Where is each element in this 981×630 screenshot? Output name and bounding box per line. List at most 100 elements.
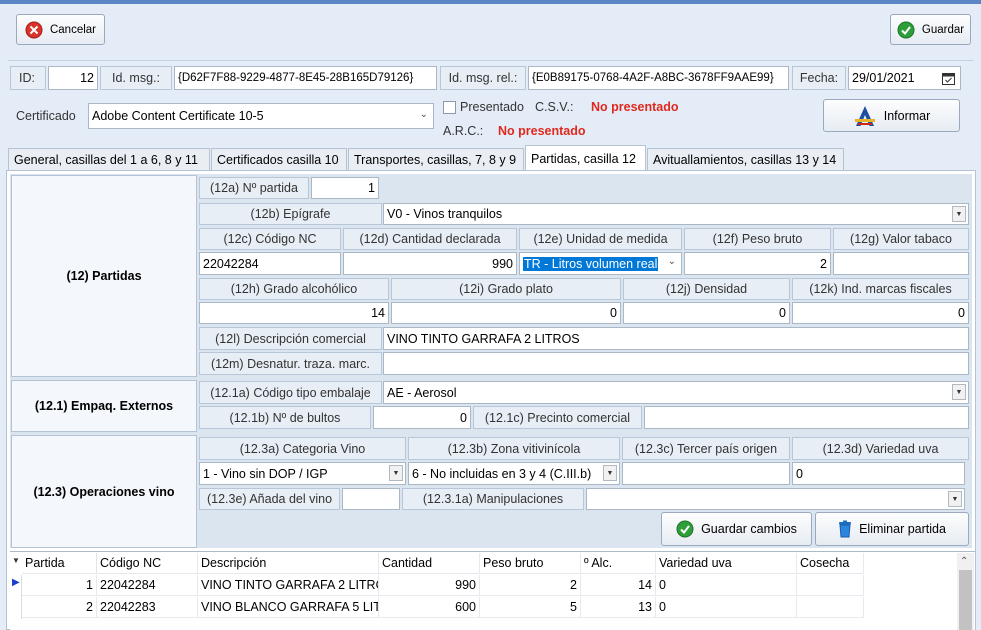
label-12c: (12c) Código NC	[199, 228, 341, 250]
msg-id-label: Id. msg.:	[100, 66, 172, 90]
table-cell[interactable]: 990	[379, 575, 480, 596]
save-changes-button[interactable]: Guardar cambios	[661, 512, 812, 546]
tab-certificados[interactable]: Certificados casilla 10	[211, 148, 347, 170]
field-12i[interactable]: 0	[391, 302, 621, 324]
field-121b[interactable]: 0	[373, 406, 471, 429]
delete-partida-button[interactable]: Eliminar partida	[815, 512, 969, 546]
table-cell[interactable]: 600	[379, 597, 480, 618]
dropdown-arrow-icon: ▼	[389, 465, 403, 481]
table-cell[interactable]: 1	[22, 575, 97, 596]
calendar-icon[interactable]	[942, 72, 955, 85]
column-header[interactable]: Peso bruto	[480, 553, 581, 574]
select-123a[interactable]: 1 - Vino sin DOP / IGP ▼	[199, 462, 406, 485]
label-12l: (12l) Descripción comercial	[199, 327, 382, 350]
field-12d[interactable]: 990	[343, 252, 517, 275]
table-cell[interactable]: 22042283	[97, 597, 198, 618]
value-123b: 6 - No incluidas en 3 y 4 (C.III.b)	[412, 466, 592, 481]
toolbar-separator	[8, 60, 974, 61]
column-header[interactable]: Cosecha	[797, 553, 864, 574]
select-12b[interactable]: V0 - Vinos tranquilos ▼	[383, 203, 969, 225]
certificado-select[interactable]: Adobe Content Certificate 10-5 ⌄	[88, 103, 434, 129]
field-12c[interactable]: 22042284	[199, 252, 341, 275]
save-changes-label: Guardar cambios	[701, 522, 797, 536]
field-12k[interactable]: 0	[792, 302, 969, 324]
table-cell[interactable]: 14	[581, 575, 656, 596]
tab-general[interactable]: General, casillas del 1 a 6, 8 y 11	[8, 148, 210, 170]
table-cell[interactable]: VINO BLANCO GARRAFA 5 LITR	[198, 597, 379, 618]
field-12a[interactable]: 1	[311, 177, 379, 199]
msg-rel-field[interactable]: {E0B89175-0768-4A2F-A8BC-3678FF9AAE99}	[528, 66, 789, 90]
column-header[interactable]: Partida	[22, 553, 97, 574]
msg-id-field[interactable]: {D62F7F88-9229-4877-8E45-28B165D79126}	[174, 66, 437, 90]
field-12h[interactable]: 14	[199, 302, 389, 324]
label-12f: (12f) Peso bruto	[684, 228, 831, 250]
field-123c[interactable]	[622, 462, 790, 485]
csv-status: No presentado	[591, 100, 679, 114]
column-header[interactable]: º Alc.	[581, 553, 656, 574]
table-cell[interactable]: 0	[656, 575, 797, 596]
table-cell[interactable]	[797, 575, 864, 596]
table-cell[interactable]: 13	[581, 597, 656, 618]
column-header[interactable]: Cantidad	[379, 553, 480, 574]
label-121c: (12.1c) Precinto comercial	[473, 406, 642, 429]
partidas-section: (12) Partidas	[11, 175, 197, 377]
arc-label: A.R.C.:	[443, 124, 484, 138]
field-12f[interactable]: 2	[684, 252, 831, 275]
table-cell[interactable]: 22042284	[97, 575, 198, 596]
select-123b[interactable]: 6 - No incluidas en 3 y 4 (C.III.b) ▼	[408, 462, 620, 485]
arc-status: No presentado	[498, 124, 586, 138]
agencia-tributaria-icon	[854, 105, 875, 126]
label-123d: (12.3d) Variedad uva	[792, 437, 969, 460]
dropdown-arrow-icon: ▼	[603, 465, 617, 481]
scroll-up-icon[interactable]: ⌃	[960, 556, 968, 567]
label-12m: (12m) Desnatur. traza. marc.	[199, 352, 382, 375]
dropdown-arrow-icon: ▼	[952, 384, 966, 400]
fecha-field[interactable]: 29/01/2021	[848, 66, 961, 90]
table-cell[interactable]: VINO TINTO GARRAFA 2 LITRO	[198, 575, 379, 596]
select-12e[interactable]: TR - Litros volumen real ⌄	[519, 252, 682, 275]
column-header[interactable]: Descripción	[198, 553, 379, 574]
presentado-checkbox[interactable]	[443, 101, 456, 114]
certificado-label: Certificado	[16, 109, 76, 123]
label-12h: (12h) Grado alcohólico	[199, 278, 389, 300]
scrollbar-thumb[interactable]	[959, 570, 972, 630]
informar-button[interactable]: Informar	[823, 99, 960, 132]
table-cell[interactable]	[797, 597, 864, 618]
csv-label: C.S.V.:	[535, 100, 574, 114]
column-header[interactable]: Código NC	[97, 553, 198, 574]
table-cell[interactable]: 2	[22, 597, 97, 618]
value-12e: TR - Litros volumen real	[523, 256, 659, 271]
trash-icon	[839, 520, 852, 538]
table-cell[interactable]: 5	[480, 597, 581, 618]
cancel-icon	[25, 21, 43, 38]
tab-partidas[interactable]: Partidas, casilla 12	[525, 145, 646, 171]
label-12e: (12e) Unidad de medida	[519, 228, 682, 250]
tab-transportes[interactable]: Transportes, casillas, 7, 8 y 9	[348, 148, 524, 170]
field-121c[interactable]	[644, 406, 969, 429]
table-cell[interactable]: 2	[480, 575, 581, 596]
value-121a: AE - Aerosol	[387, 385, 457, 400]
column-header[interactable]: Variedad uva	[656, 553, 797, 574]
field-12m[interactable]	[383, 352, 969, 375]
label-12i: (12i) Grado plato	[391, 278, 621, 300]
cancel-button[interactable]: Cancelar	[16, 14, 105, 45]
label-121b: (12.1b) Nº de bultos	[199, 406, 371, 429]
tab-avituallamientos[interactable]: Avituallamientos, casillas 13 y 14	[647, 148, 844, 170]
field-12g[interactable]	[833, 252, 969, 275]
field-123e[interactable]	[342, 488, 400, 510]
value-12b: V0 - Vinos tranquilos	[387, 207, 503, 221]
id-field[interactable]: 12	[48, 66, 98, 90]
fecha-value: 29/01/2021	[852, 71, 915, 85]
select-1231a[interactable]: ▼	[586, 488, 965, 510]
select-121a[interactable]: AE - Aerosol ▼	[383, 381, 969, 404]
field-12j[interactable]: 0	[623, 302, 790, 324]
label-1231a: (12.3.1a) Manipulaciones	[402, 488, 584, 510]
table-cell[interactable]: 0	[656, 597, 797, 618]
field-12l[interactable]: VINO TINTO GARRAFA 2 LITROS	[383, 327, 969, 350]
informar-label: Informar	[883, 108, 931, 123]
save-label: Guardar	[921, 23, 965, 36]
label-12d: (12d) Cantidad declarada	[343, 228, 517, 250]
save-button[interactable]: Guardar	[890, 14, 971, 45]
field-123d[interactable]: 0	[792, 462, 965, 485]
delete-partida-label: Eliminar partida	[859, 522, 946, 536]
